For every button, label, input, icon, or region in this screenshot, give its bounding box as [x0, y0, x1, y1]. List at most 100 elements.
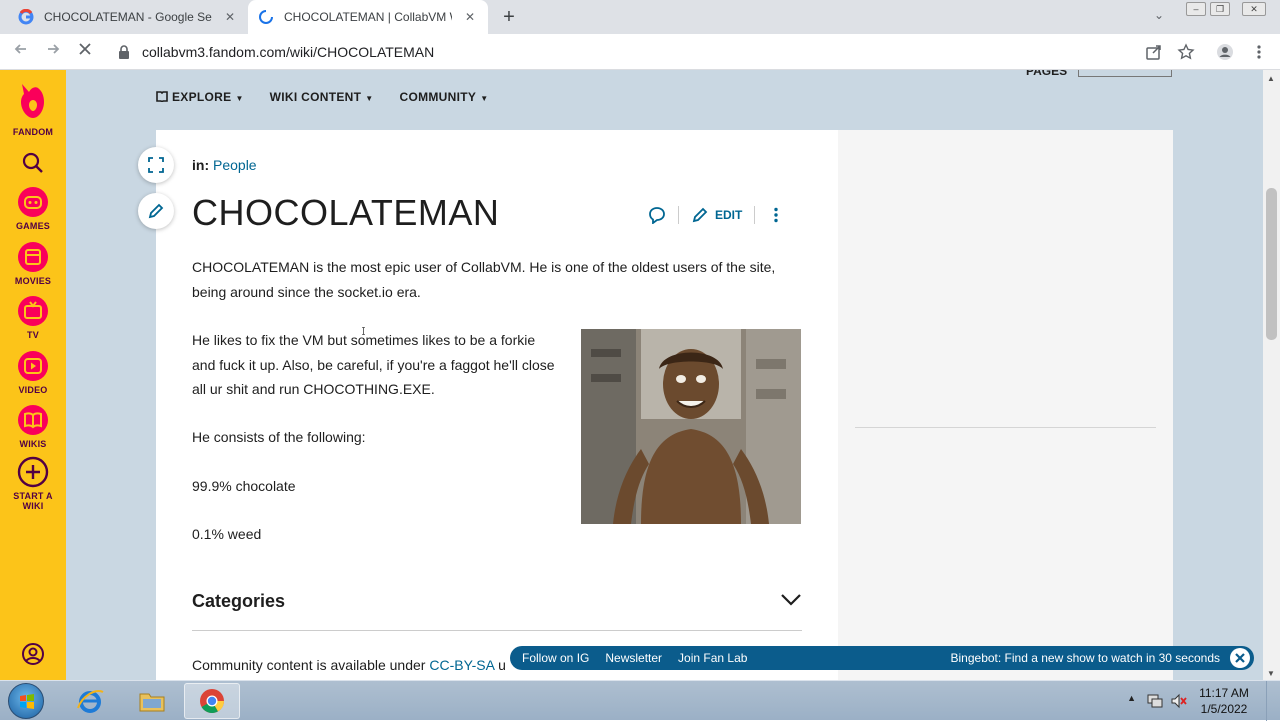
volume-muted-icon[interactable] [1170, 693, 1188, 709]
back-button[interactable] [10, 41, 32, 63]
divider [678, 206, 679, 224]
film-icon [18, 242, 48, 272]
taskbar-chrome[interactable] [184, 683, 240, 719]
article-paragraph: CHOCOLATEMAN is the most epic user of Co… [192, 259, 776, 300]
categories-section-toggle[interactable]: Categories [192, 589, 802, 631]
rail-item-label: VIDEO [18, 385, 48, 395]
close-icon [79, 43, 91, 55]
follow-on-ig-link[interactable]: Follow on IG [522, 651, 589, 665]
quick-edit-button[interactable] [138, 193, 174, 229]
chocolate-man-photo [581, 329, 801, 524]
article-paragraph: He likes to fix the VM but sometimes lik… [192, 332, 555, 397]
show-hidden-icons-icon[interactable]: ▲ [1127, 693, 1136, 703]
windows-taskbar: ▲ 11:17 AM 1/5/2022 [0, 680, 1280, 721]
scroll-down-arrow-icon[interactable]: ▼ [1267, 669, 1275, 678]
article-paragraph: He consists of the following: [192, 429, 366, 445]
fandom-global-nav: FANDOM GAMES MOVIES TV VIDEO WIKIS START… [0, 70, 66, 680]
edit-button[interactable]: EDIT [691, 206, 742, 224]
chevron-down-icon: ▼ [480, 94, 489, 103]
rail-item-video[interactable]: VIDEO [0, 350, 66, 395]
pencil-icon [692, 207, 708, 223]
wiki-local-nav: EXPLORE ▼ WIKI CONTENT ▼ COMMUNITY ▼ [156, 90, 488, 104]
license-link[interactable]: CC-BY-SA [429, 657, 494, 673]
close-tab-icon[interactable]: ✕ [462, 10, 478, 24]
plus-circle-icon [17, 456, 49, 488]
scroll-up-arrow-icon[interactable]: ▲ [1267, 74, 1275, 83]
new-tab-button[interactable]: + [498, 6, 520, 29]
restore-button[interactable]: ❐ [1210, 2, 1230, 16]
nav-community[interactable]: COMMUNITY ▼ [399, 90, 488, 104]
nav-explore[interactable]: EXPLORE ▼ [156, 90, 244, 104]
text-cursor-icon [362, 327, 365, 335]
fan-feed-bar: Follow on IG Newsletter Join Fan Lab Bin… [510, 646, 1254, 670]
page-viewport: FANDOM GAMES MOVIES TV VIDEO WIKIS START… [0, 70, 1280, 680]
join-fan-lab-link[interactable]: Join Fan Lab [678, 651, 747, 665]
tv-icon [18, 296, 48, 326]
license-prefix: Community content is available under [192, 657, 430, 673]
minimize-button[interactable]: – [1186, 2, 1206, 16]
article-categories-line: in: People [192, 157, 257, 173]
article-image[interactable] [581, 329, 801, 524]
rail-item-wikis[interactable]: WIKIS [0, 404, 66, 449]
clock-time: 11:17 AM [1199, 686, 1249, 700]
system-clock[interactable]: 11:17 AM 1/5/2022 [1194, 685, 1254, 717]
pages-count-label: PAGES [1026, 70, 1068, 78]
tab-google-search[interactable]: CHOCOLATEMAN - Google Search ✕ [8, 0, 248, 34]
scrollbar-thumb[interactable] [1266, 188, 1277, 340]
lock-icon [119, 45, 129, 59]
close-tab-icon[interactable]: ✕ [222, 10, 238, 24]
browser-tab-bar: CHOCOLATEMAN - Google Search ✕ CHOCOLATE… [0, 0, 1280, 34]
close-window-button[interactable]: ✕ [1242, 2, 1266, 16]
user-account-icon [22, 643, 44, 665]
kebab-menu-icon[interactable] [1250, 43, 1268, 61]
browser-toolbar: collabvm3.fandom.com/wiki/CHOCOLATEMAN [0, 34, 1280, 70]
profile-avatar-icon[interactable] [1216, 43, 1234, 61]
page-title: CHOCOLATEMAN [192, 192, 500, 233]
forward-button[interactable] [42, 41, 64, 63]
rail-item-movies[interactable]: MOVIES [0, 241, 66, 286]
arrow-right-icon [48, 44, 60, 54]
show-desktop-button[interactable] [1266, 681, 1280, 721]
folder-icon [139, 693, 165, 712]
start-button[interactable] [8, 683, 44, 719]
rail-item-label: MOVIES [14, 276, 52, 286]
nav-wiki-content[interactable]: WIKI CONTENT ▼ [270, 90, 374, 104]
taskbar-internet-explorer[interactable] [62, 683, 118, 719]
nav-community-label: COMMUNITY [399, 90, 477, 104]
category-link-people[interactable]: People [213, 157, 257, 173]
fullscreen-button[interactable] [138, 147, 174, 183]
newsletter-link[interactable]: Newsletter [605, 651, 662, 665]
share-icon[interactable] [1145, 43, 1163, 61]
page-scrollbar[interactable]: ▲ ▼ [1263, 70, 1280, 680]
rail-item-tv[interactable]: TV [0, 295, 66, 340]
in-label: in: [192, 157, 210, 173]
close-fan-bar-button[interactable] [1230, 648, 1250, 668]
close-icon [1235, 653, 1245, 663]
rail-item-start-wiki[interactable]: START A WIKI [0, 456, 66, 511]
rail-account[interactable] [0, 642, 66, 669]
comment-icon[interactable] [648, 206, 666, 224]
internet-explorer-icon [77, 690, 104, 713]
rail-item-games[interactable]: GAMES [0, 186, 66, 231]
stop-loading-button[interactable] [74, 41, 96, 63]
url-text: collabvm3.fandom.com/wiki/CHOCOLATEMAN [142, 44, 435, 60]
tab-title: CHOCOLATEMAN - Google Search [44, 10, 212, 24]
bookmark-star-icon[interactable] [1177, 43, 1195, 61]
tab-chocolateman-wiki[interactable]: CHOCOLATEMAN | CollabVM Wiki ✕ [248, 0, 488, 34]
address-bar[interactable]: collabvm3.fandom.com/wiki/CHOCOLATEMAN [108, 37, 1218, 67]
bingebot-promo-link[interactable]: Bingebot: Find a new show to watch in 30… [951, 651, 1221, 665]
rail-search[interactable] [0, 152, 66, 177]
network-icon[interactable] [1146, 693, 1164, 709]
book-open-icon [156, 91, 168, 104]
tab-search-button[interactable]: ⌄ [1154, 8, 1164, 22]
divider [754, 206, 756, 224]
nav-wiki-content-label: WIKI CONTENT [269, 90, 362, 104]
more-options-icon[interactable] [767, 206, 785, 224]
fandom-logo[interactable]: FANDOM [0, 80, 66, 137]
search-icon [22, 152, 43, 173]
categories-heading: Categories [192, 591, 286, 611]
rail-item-label: TV [27, 330, 39, 340]
rail-item-label: WIKIS [19, 439, 47, 449]
taskbar-file-explorer[interactable] [124, 683, 180, 719]
chevron-down-icon [781, 594, 801, 606]
